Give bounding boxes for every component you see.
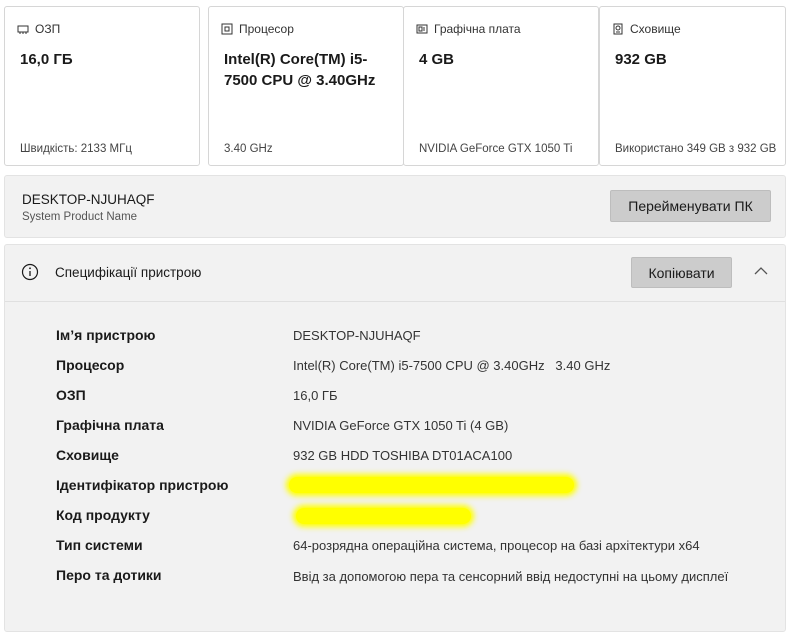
spec-label: ОЗП (56, 387, 86, 403)
pc-model: System Product Name (22, 211, 138, 223)
spec-value: Intel(R) Core(TM) i5-7500 CPU @ 3.40GHz … (293, 358, 611, 373)
card-value: 932 GB (615, 51, 667, 68)
rename-pc-button[interactable]: Перейменувати ПК (610, 190, 771, 222)
spec-label: Сховище (56, 447, 119, 463)
card-title: Сховище (630, 22, 681, 36)
cpu-card: Процесор Intel(R) Core(TM) i5-7500 CPU @… (208, 6, 404, 166)
spec-label: Графічна плата (56, 417, 164, 433)
gpu-icon (416, 24, 428, 34)
pc-name-bar: DESKTOP-NJUHAQF System Product Name Пере… (4, 175, 786, 238)
card-header: Графічна плата (416, 22, 521, 36)
gpu-card: Графічна плата 4 GB NVIDIA GeForce GTX 1… (403, 6, 599, 166)
card-footer: NVIDIA GeForce GTX 1050 Ti (419, 143, 573, 155)
card-title: Процесор (239, 22, 294, 36)
spec-value: Ввід за допомогою пера та сенсорний ввід… (293, 569, 729, 584)
storage-card: Сховище 932 GB Використано 349 GB з 932 … (599, 6, 786, 166)
device-specs-panel: Специфікації пристрою Копіювати Ім’я при… (4, 244, 786, 632)
redaction-highlight (296, 508, 471, 524)
card-header: ОЗП (17, 22, 60, 36)
spec-value: DESKTOP-NJUHAQF (293, 328, 421, 343)
device-specs-header[interactable]: Специфікації пристрою Копіювати (5, 245, 785, 302)
card-title: ОЗП (35, 22, 61, 36)
card-value: 16,0 ГБ (20, 51, 73, 68)
chevron-up-icon[interactable] (752, 262, 770, 280)
ram-card: ОЗП 16,0 ГБ Швидкість: 2133 МГц (4, 6, 200, 166)
spec-value: NVIDIA GeForce GTX 1050 Ti (4 GB) (293, 418, 509, 433)
card-footer: 3.40 GHz (224, 143, 273, 155)
spec-label: Ідентифікатор пристрою (56, 477, 229, 493)
card-value: Intel(R) Core(TM) i5-7500 CPU @ 3.40GHz (224, 51, 376, 89)
spec-value: 16,0 ГБ (293, 388, 338, 403)
card-footer: Використано 349 GB з 932 GB (615, 143, 777, 155)
copy-button[interactable]: Копіювати (631, 257, 732, 288)
redaction-highlight (289, 477, 574, 493)
device-specs-title: Специфікації пристрою (55, 265, 202, 280)
card-footer: Швидкість: 2133 МГц (20, 143, 132, 155)
card-value: 4 GB (419, 51, 455, 68)
storage-icon (613, 23, 623, 35)
spec-value: 932 GB HDD TOSHIBA DT01ACA100 (293, 448, 513, 463)
card-header: Сховище (612, 22, 681, 36)
ram-icon (17, 25, 29, 34)
spec-label: Ім’я пристрою (56, 327, 156, 343)
pc-name: DESKTOP-NJUHAQF (22, 192, 155, 207)
cpu-icon (221, 23, 233, 35)
card-header: Процесор (221, 22, 294, 36)
spec-label: Код продукту (56, 507, 150, 523)
spec-label: Процесор (56, 357, 125, 373)
spec-label: Перо та дотики (56, 567, 162, 583)
spec-value: 64-розрядна операційна система, процесор… (293, 538, 700, 553)
card-title: Графічна плата (434, 22, 521, 36)
info-icon (21, 263, 39, 281)
spec-label: Тип системи (56, 537, 143, 553)
